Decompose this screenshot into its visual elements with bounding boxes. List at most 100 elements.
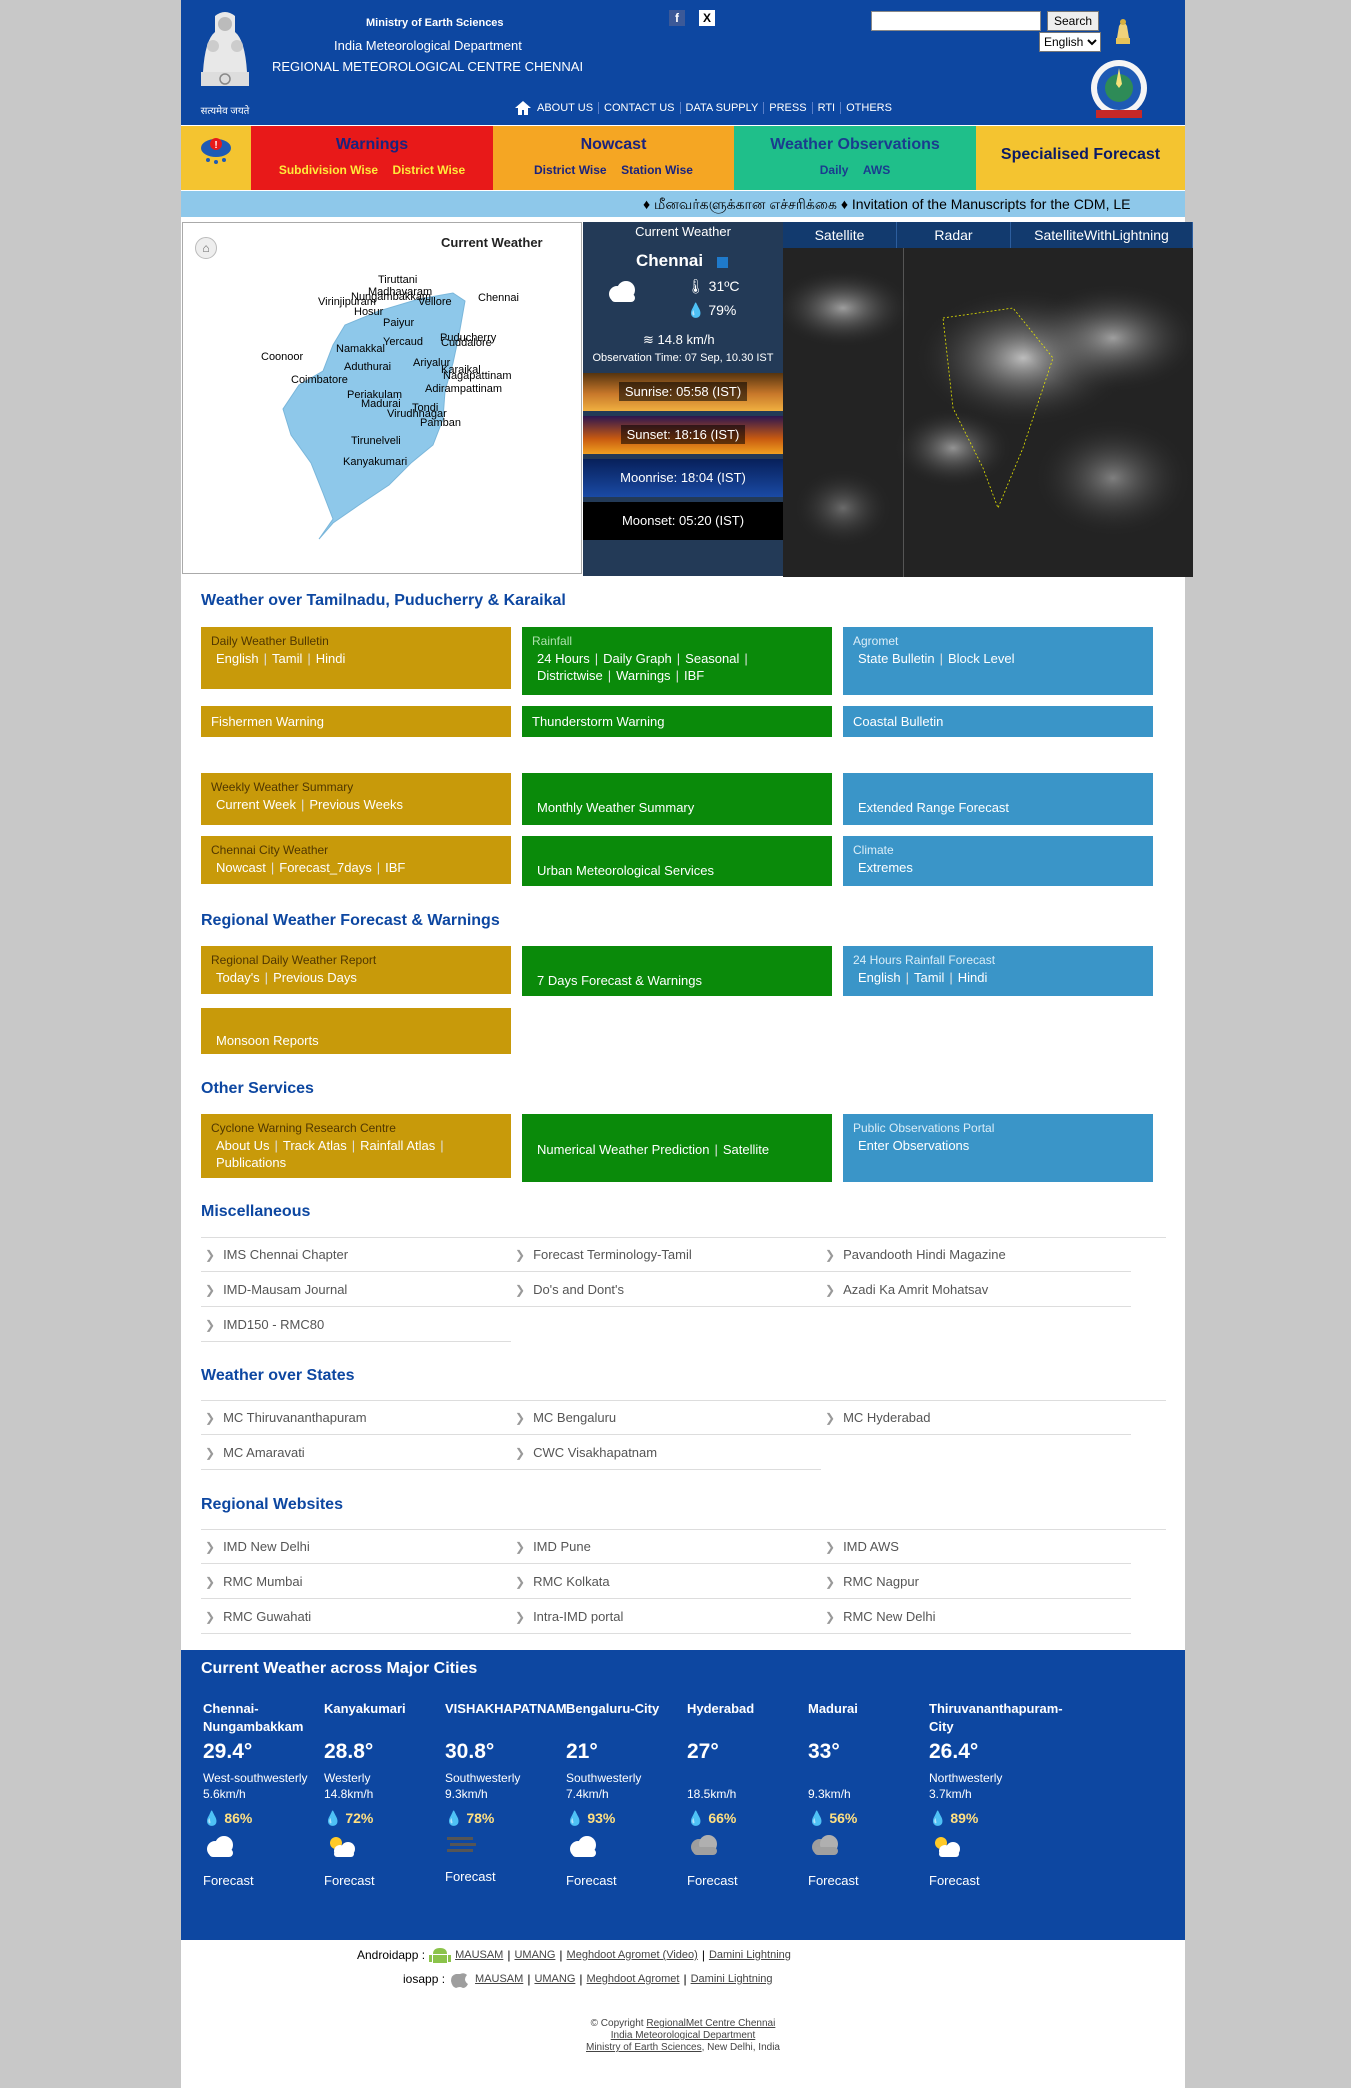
misc-link-label[interactable]: IMS Chennai Chapter [223,1247,348,1262]
fishermen-warning-link[interactable]: Fishermen Warning [211,714,324,729]
website-link-rmc-mumbai[interactable]: ❯ RMC Mumbai [201,1564,511,1599]
nav-rti[interactable]: RTI [811,102,841,114]
observations-title[interactable]: Weather Observations [734,136,976,154]
website-link-imd-pune[interactable]: ❯ IMD Pune [511,1529,821,1564]
website-link-label[interactable]: RMC Guwahati [223,1609,311,1624]
map-place-label[interactable]: Yercaud [383,336,423,348]
map-place-label[interactable]: Adirampattinam [425,383,502,395]
map-place-label[interactable]: Pamban [420,417,461,429]
android-link-mausam[interactable]: MAUSAM [455,1949,503,1961]
link-track-atlas[interactable]: Track Atlas [283,1137,347,1154]
misc-link-terminology[interactable]: ❯ Forecast Terminology-Tamil [511,1237,821,1272]
website-link-label[interactable]: IMD Pune [533,1539,591,1554]
misc-link-ims[interactable]: ❯ IMS Chennai Chapter [201,1237,511,1272]
observations-category[interactable]: Weather Observations Daily AWS [734,126,976,190]
satellite-image[interactable] [783,248,1193,577]
nav-contact-us[interactable]: CONTACT US [598,102,680,114]
urban-services-link[interactable]: Urban Meteorological Services [532,862,822,879]
observations-aws-link[interactable]: AWS [863,163,890,177]
link-english[interactable]: English [216,650,259,667]
website-link-label[interactable]: RMC Mumbai [223,1574,302,1589]
search-button[interactable]: Search [1047,11,1100,31]
state-link-label[interactable]: MC Hyderabad [843,1410,930,1425]
seven-days-forecast-link[interactable]: 7 Days Forecast & Warnings [532,972,822,989]
tamilnadu-map[interactable]: TiruttaniMadhavaramNungambakkamVirinjipu… [183,223,581,573]
ios-link-mausam[interactable]: MAUSAM [475,1973,523,1985]
misc-link-label[interactable]: Forecast Terminology-Tamil [533,1247,692,1262]
link-districtwise[interactable]: Districtwise [537,667,603,684]
android-link-meghdoot[interactable]: Meghdoot Agromet (Video) [567,1949,698,1961]
state-link-label[interactable]: CWC Visakhapatnam [533,1445,657,1460]
map-place-label[interactable]: Coonoor [261,351,304,363]
monthly-summary-link[interactable]: Monthly Weather Summary [532,799,822,816]
link-previous-days[interactable]: Previous Days [273,969,357,986]
link-todays[interactable]: Today's [216,969,260,986]
tab-satellite-lightning[interactable]: SatelliteWithLightning [1011,222,1193,248]
city-forecast-link[interactable]: Forecast [566,1873,688,1888]
link-ibf[interactable]: IBF [684,667,704,684]
website-link-imd-new-delhi[interactable]: ❯ IMD New Delhi [201,1529,511,1564]
fishermen-warning-box[interactable]: Fishermen Warning [201,706,511,737]
map-place-label[interactable]: Chennai [478,292,519,304]
coastal-bulletin-link[interactable]: Coastal Bulletin [853,714,943,729]
seven-days-forecast-box[interactable]: 7 Days Forecast & Warnings [522,946,832,996]
state-link-hyderabad[interactable]: ❯ MC Hyderabad [821,1400,1131,1435]
link-city-ibf[interactable]: IBF [385,859,405,876]
warnings-category[interactable]: Warnings Subdivision Wise District Wise [251,126,493,190]
state-link-thiruvananthapuram[interactable]: ❯ MC Thiruvananthapuram [201,1400,511,1435]
x-twitter-icon[interactable]: X [699,10,715,26]
link-satellite[interactable]: Satellite [723,1141,769,1158]
link-seasonal[interactable]: Seasonal [685,650,739,667]
misc-link-azadi[interactable]: ❯ Azadi Ka Amrit Mohatsav [821,1272,1131,1307]
website-link-rmc-kolkata[interactable]: ❯ RMC Kolkata [511,1564,821,1599]
city-forecast-link[interactable]: Forecast [929,1873,1051,1888]
link-extremes[interactable]: Extremes [858,859,913,876]
link-state-bulletin[interactable]: State Bulletin [858,650,935,667]
link-rf-hindi[interactable]: Hindi [958,969,988,986]
state-link-bengaluru[interactable]: ❯ MC Bengaluru [511,1400,821,1435]
news-ticker[interactable]: ♦ மீனவர்களுக்கான எச்சரிக்கை ♦ Invitation… [181,191,1185,217]
coastal-bulletin-box[interactable]: Coastal Bulletin [843,706,1153,737]
tab-satellite[interactable]: Satellite [783,222,897,248]
city-forecast-link[interactable]: Forecast [808,1873,930,1888]
map-place-label[interactable]: Kanyakumari [343,456,407,468]
monthly-summary-box[interactable]: Monthly Weather Summary [522,773,832,825]
link-daily-graph[interactable]: Daily Graph [603,650,672,667]
nowcast-category[interactable]: Nowcast District Wise Station Wise [493,126,734,190]
tab-radar[interactable]: Radar [897,222,1011,248]
city-forecast-link[interactable]: Forecast [324,1873,446,1888]
map-place-label[interactable]: Nagapattinam [443,370,512,382]
map-home-button[interactable]: ⌂ [195,237,217,259]
map-place-label[interactable]: Paiyur [383,317,415,329]
map-place-label[interactable]: Tirunelveli [351,435,401,447]
misc-link-label[interactable]: Do's and Dont's [533,1282,624,1297]
misc-link-label[interactable]: IMD150 - RMC80 [223,1317,324,1332]
website-link-label[interactable]: IMD AWS [843,1539,899,1554]
website-link-label[interactable]: RMC Kolkata [533,1574,610,1589]
link-block-level[interactable]: Block Level [948,650,1014,667]
monsoon-reports-link[interactable]: Monsoon Reports [211,1032,501,1049]
link-current-week[interactable]: Current Week [216,796,296,813]
website-link-label[interactable]: Intra-IMD portal [533,1609,623,1624]
misc-link-label[interactable]: IMD-Mausam Journal [223,1282,347,1297]
link-forecast-7days[interactable]: Forecast_7days [279,859,372,876]
warnings-district-link[interactable]: District Wise [393,163,466,177]
footer-link-imd[interactable]: India Meteorological Department [611,2030,756,2041]
observations-daily-link[interactable]: Daily [820,163,849,177]
specialised-forecast-category[interactable]: Specialised Forecast [976,126,1185,190]
android-link-umang[interactable]: UMANG [514,1949,555,1961]
misc-link-pavandooth[interactable]: ❯ Pavandooth Hindi Magazine [821,1237,1131,1272]
link-rainfall-atlas[interactable]: Rainfall Atlas [360,1137,435,1154]
misc-link-imd150[interactable]: ❯ IMD150 - RMC80 [201,1307,511,1342]
state-link-label[interactable]: MC Thiruvananthapuram [223,1410,367,1425]
map-place-label[interactable]: Vellore [418,296,452,308]
nav-press[interactable]: PRESS [763,102,811,114]
website-link-intra-imd[interactable]: ❯ Intra-IMD portal [511,1599,821,1634]
map-place-label[interactable]: Cuddalore [441,337,492,349]
state-link-visakhapatnam[interactable]: ❯ CWC Visakhapatnam [511,1435,821,1470]
website-link-label[interactable]: RMC Nagpur [843,1574,919,1589]
ticker-text[interactable]: ♦ மீனவர்களுக்கான எச்சரிக்கை ♦ Invitation… [643,191,1130,217]
website-link-rmc-guwahati[interactable]: ❯ RMC Guwahati [201,1599,511,1634]
link-about-us[interactable]: About Us [216,1137,269,1154]
ios-link-damini[interactable]: Damini Lightning [691,1973,773,1985]
